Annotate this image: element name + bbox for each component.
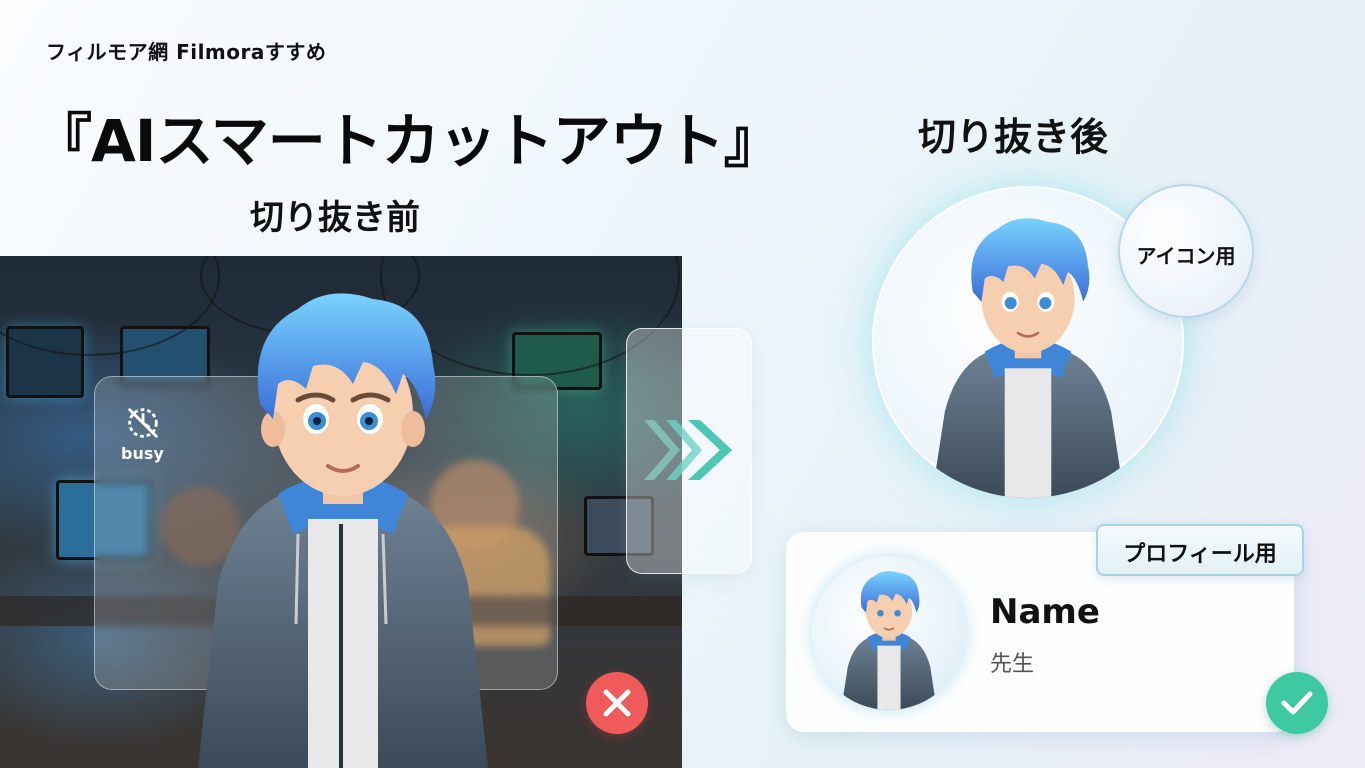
profile-name: Name <box>990 592 1100 632</box>
avatar <box>812 556 966 710</box>
chevron-right-icon <box>644 420 732 480</box>
profile-role: 先生 <box>990 652 1035 677</box>
character-avatar <box>841 571 937 710</box>
character-icon <box>931 218 1125 498</box>
after-label: 切り抜き後 <box>918 115 1109 159</box>
x-icon <box>603 689 631 717</box>
busy-label: busy <box>121 444 164 463</box>
brand-header: フィルモア網 Filmoraすすめ <box>46 40 327 64</box>
profile-use-label: プロフィール用 <box>1123 542 1277 567</box>
icon-use-label: アイコン用 <box>1136 244 1236 268</box>
character-before <box>198 293 488 768</box>
busy-icon <box>128 408 158 438</box>
before-label: 切り抜き前 <box>250 198 420 238</box>
check-icon <box>1281 691 1313 715</box>
page-title: 『AIスマートカットアウト』 <box>34 107 782 175</box>
